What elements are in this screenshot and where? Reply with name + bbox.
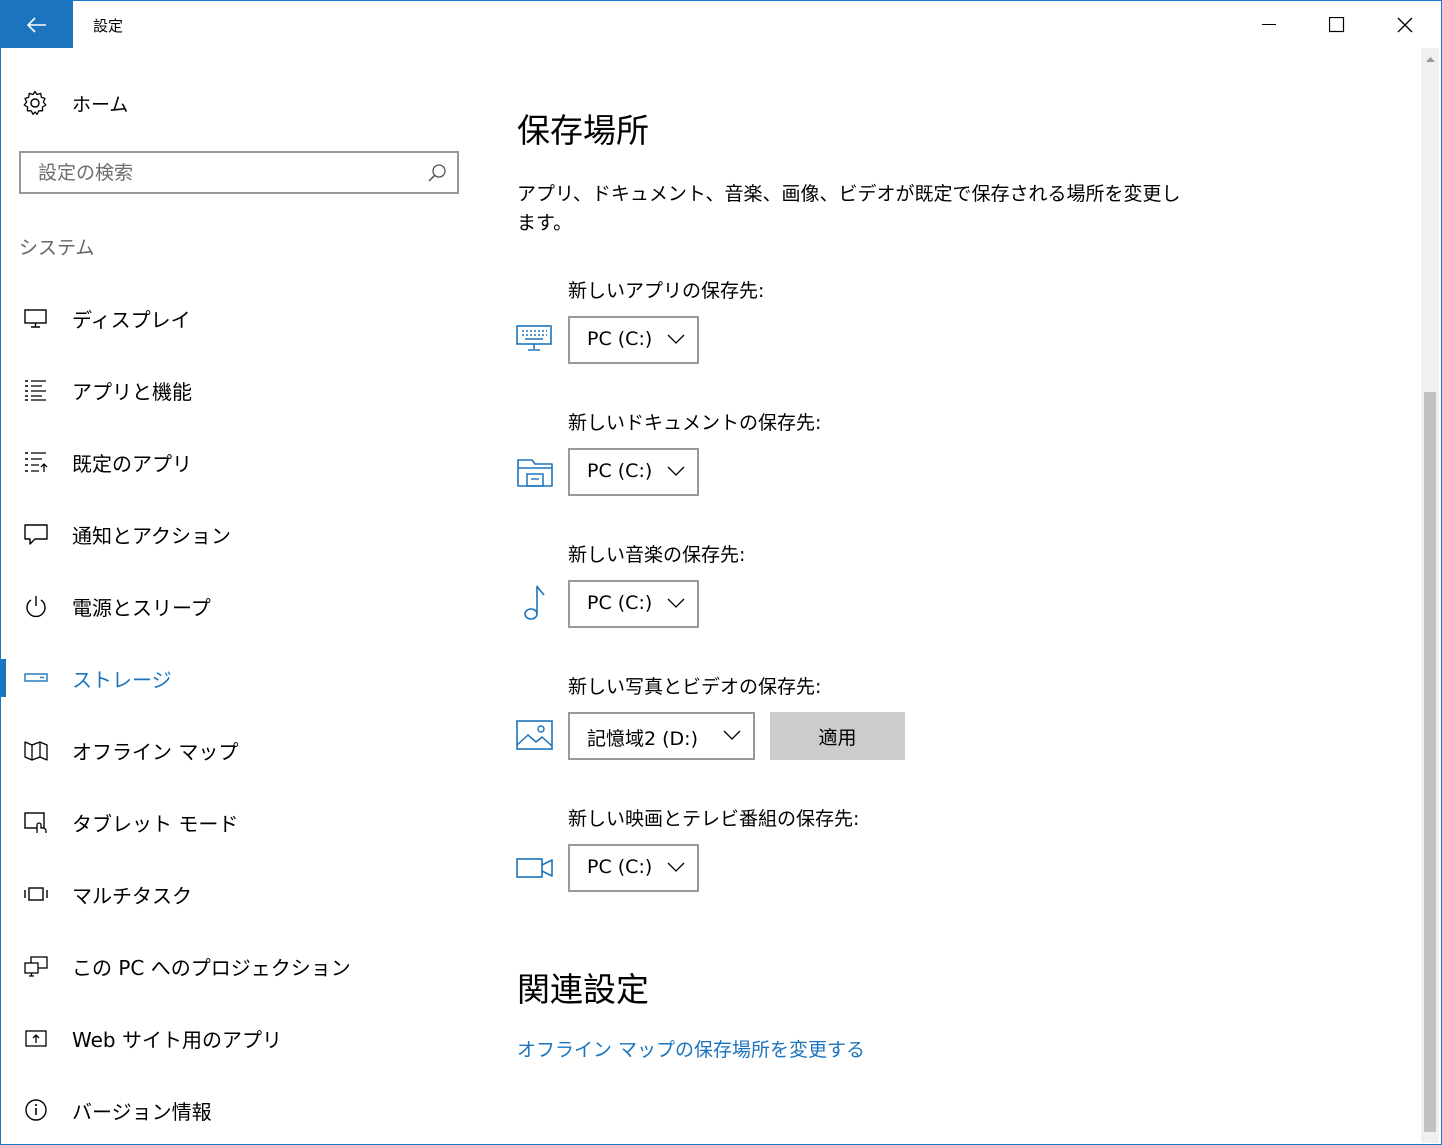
section-label-system: システム (19, 237, 95, 259)
sidebar-item-label: Web サイト用のアプリ (72, 1028, 282, 1052)
tablet-icon (24, 812, 47, 833)
sidebar-item-tablet-mode[interactable]: タブレット モード (0, 799, 470, 845)
sidebar-item-default-apps[interactable]: 既定のアプリ (0, 439, 470, 485)
sidebar-item-label: この PC へのプロジェクション (72, 956, 351, 980)
keyboard-icon (516, 325, 552, 351)
multitask-icon (24, 887, 48, 901)
sidebar-item-power-sleep[interactable]: 電源とスリープ (0, 583, 470, 629)
info-icon (25, 1099, 47, 1121)
projection-icon (24, 956, 48, 977)
minimize-icon (1262, 23, 1276, 25)
apply-button[interactable]: 適用 (770, 712, 905, 760)
sidebar-item-label: バージョン情報 (72, 1100, 212, 1124)
power-icon (26, 596, 46, 618)
sidebar-item-label: ディスプレイ (72, 308, 191, 332)
chevron-down-icon (667, 862, 685, 872)
close-button[interactable] (1371, 1, 1439, 48)
minimize-button[interactable] (1235, 1, 1303, 48)
search-box[interactable] (19, 151, 459, 194)
back-arrow-icon (27, 16, 46, 33)
sidebar-item-about[interactable]: バージョン情報 (0, 1087, 470, 1133)
title-bar: 設定 (1, 1, 1441, 48)
home-label: ホーム (72, 93, 129, 116)
music-location-dropdown[interactable]: PC (C:) (568, 580, 699, 628)
sidebar-item-apps-for-websites[interactable]: Web サイト用のアプリ (0, 1015, 470, 1061)
sidebar-item-display[interactable]: ディスプレイ (0, 295, 470, 341)
sidebar-item-apps-features[interactable]: アプリと機能 (0, 367, 470, 413)
vertical-scrollbar[interactable] (1421, 48, 1439, 1143)
dropdown-value: PC (C:) (587, 328, 653, 350)
maximize-icon (1329, 16, 1345, 32)
page-description: アプリ、ドキュメント、音楽、画像、ビデオが既定で保存される場所を変更します。 (517, 183, 1181, 234)
default-apps-icon (25, 452, 48, 472)
chevron-down-icon (667, 334, 685, 344)
sidebar-item-label: アプリと機能 (72, 380, 192, 404)
sidebar-item-label: タブレット モード (72, 812, 239, 836)
sidebar-item-label: 通知とアクション (72, 524, 231, 548)
offline-maps-location-link[interactable]: オフライン マップの保存場所を変更する (517, 1035, 865, 1062)
chevron-down-icon (667, 598, 685, 608)
music-note-icon (524, 585, 545, 620)
back-button[interactable] (1, 1, 73, 48)
dropdown-value: PC (C:) (587, 856, 653, 878)
dropdown-value: 記憶域2 (D:) (587, 728, 698, 750)
setting-label-apps: 新しいアプリの保存先: (568, 280, 765, 302)
search-icon[interactable] (427, 163, 447, 183)
gear-icon (23, 90, 47, 115)
search-input[interactable] (21, 153, 438, 192)
movies-location-dropdown[interactable]: PC (C:) (568, 844, 699, 892)
sidebar-item-projection[interactable]: この PC へのプロジェクション (0, 943, 470, 989)
close-icon (1397, 17, 1413, 32)
scrollbar-thumb[interactable] (1424, 392, 1436, 1132)
sidebar-item-label: 電源とスリープ (72, 596, 211, 620)
sidebar-item-label: オフライン マップ (72, 740, 239, 764)
photos-location-dropdown[interactable]: 記憶域2 (D:) (568, 712, 755, 760)
video-camera-icon (516, 858, 553, 878)
drive-icon (24, 673, 48, 682)
setting-label-photos-videos: 新しい写真とビデオの保存先: (568, 676, 822, 698)
monitor-icon (24, 309, 47, 328)
sidebar-item-label: マルチタスク (72, 884, 192, 908)
chevron-down-icon (723, 730, 741, 740)
web-app-icon (25, 1030, 47, 1047)
setting-label-music: 新しい音楽の保存先: (568, 544, 746, 566)
dropdown-value: PC (C:) (587, 460, 653, 482)
picture-icon (516, 720, 553, 750)
sidebar-item-multitasking[interactable]: マルチタスク (0, 871, 470, 917)
related-settings-title: 関連設定 (517, 970, 649, 1009)
page-title: 保存場所 (517, 111, 649, 150)
setting-label-movies-tv: 新しい映画とテレビ番組の保存先: (568, 808, 860, 830)
maximize-button[interactable] (1303, 1, 1371, 48)
list-icon (25, 380, 46, 401)
selection-indicator (1, 659, 6, 697)
speech-bubble-icon (24, 524, 48, 545)
dropdown-value: PC (C:) (587, 592, 653, 614)
apps-location-dropdown[interactable]: PC (C:) (568, 316, 699, 364)
window-title: 設定 (93, 17, 124, 35)
map-icon (24, 741, 48, 761)
setting-label-documents: 新しいドキュメントの保存先: (568, 412, 822, 434)
sidebar-item-notifications[interactable]: 通知とアクション (0, 511, 470, 557)
sidebar-item-label: 既定のアプリ (72, 452, 192, 476)
documents-location-dropdown[interactable]: PC (C:) (568, 448, 699, 496)
documents-drawer-icon (517, 459, 553, 487)
sidebar-item-offline-maps[interactable]: オフライン マップ (0, 727, 470, 773)
scroll-up-arrow-icon[interactable] (1426, 56, 1435, 62)
home-nav-item[interactable]: ホーム (22, 86, 128, 120)
sidebar-item-label: ストレージ (72, 668, 172, 692)
sidebar-item-storage[interactable]: ストレージ (0, 655, 470, 701)
chevron-down-icon (667, 466, 685, 476)
